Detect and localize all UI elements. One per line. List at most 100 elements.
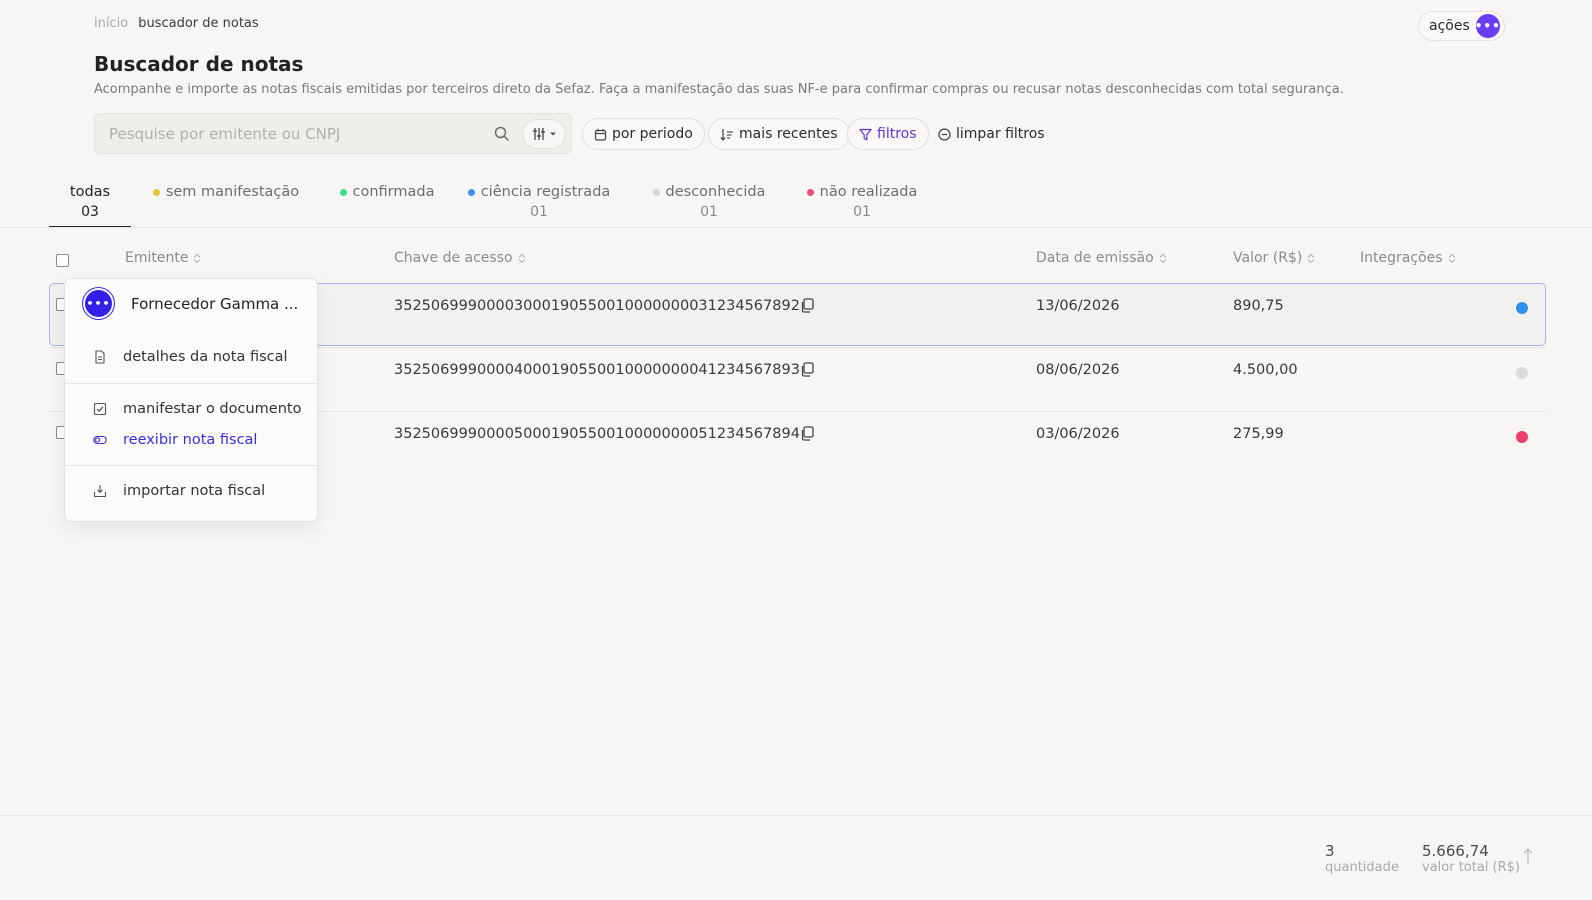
tab-label: ciência registrada (480, 184, 611, 200)
pink-dot-icon (806, 188, 814, 196)
import-icon (93, 485, 107, 498)
access-key-cell: 3525069990000500019055001000000005123456… (394, 426, 800, 442)
tab-desconhecida[interactable]: desconhecida 01 (625, 178, 793, 228)
column-header-label: Emitente (125, 250, 189, 266)
column-header-chave[interactable]: Chave de acesso (394, 250, 526, 266)
menu-item-import[interactable]: importar nota fiscal (93, 483, 265, 499)
copy-icon[interactable] (800, 298, 814, 313)
footer-total: 5.666,74 valor total (R$) (1422, 842, 1520, 875)
total-value: 5.666,74 (1422, 842, 1489, 860)
select-all-checkbox[interactable] (56, 254, 69, 267)
filters-label: filtros (877, 126, 917, 142)
tab-todas[interactable]: todas 03 (49, 178, 131, 228)
yellow-dot-icon (152, 188, 160, 196)
menu-divider (65, 383, 317, 384)
sliders-icon (532, 128, 545, 140)
tabs-divider (0, 227, 1592, 228)
gray-dot-icon (652, 188, 660, 196)
sort-icon (1159, 253, 1167, 263)
copy-icon[interactable] (800, 362, 814, 377)
tab-label: desconhecida (665, 184, 766, 200)
period-filter-label: por periodo (612, 126, 693, 142)
column-header-label: Chave de acesso (394, 250, 513, 266)
status-dot-icon (1516, 302, 1528, 314)
tab-label: não realizada (819, 184, 918, 200)
quantity-label: quantidade (1325, 860, 1399, 875)
menu-header: ••• Fornecedor Gamma ... (85, 290, 298, 317)
checkbox-icon (93, 402, 107, 416)
row-actions-menu: ••• Fornecedor Gamma ... detalhes da not… (64, 278, 318, 522)
page-title: Buscador de notas (94, 52, 304, 76)
tab-nao-realizada[interactable]: não realizada 01 (793, 178, 931, 228)
sort-icon (1448, 253, 1455, 263)
clear-filters-button[interactable]: limpar filtros (938, 118, 1045, 150)
chevron-down-icon (549, 132, 556, 136)
search-input[interactable] (109, 124, 469, 144)
tab-confirmada[interactable]: confirmada (321, 178, 453, 228)
column-header-emitente[interactable]: Emitente (125, 250, 201, 266)
tab-label: confirmada (352, 184, 435, 200)
menu-divider (65, 465, 317, 466)
column-header-label: Valor (R$) (1233, 250, 1303, 266)
search-icon[interactable] (493, 125, 511, 143)
access-key-cell: 3525069990000300019055001000000003123456… (394, 298, 800, 314)
filters-button[interactable]: filtros (847, 118, 929, 150)
copy-icon[interactable] (800, 426, 814, 441)
breadcrumb-current: buscador de notas (138, 16, 259, 31)
column-header-data[interactable]: Data de emissão (1036, 250, 1167, 266)
tab-count: 01 (853, 204, 871, 220)
column-header-valor[interactable]: Valor (R$) (1233, 250, 1315, 266)
tab-label: sem manifestação (165, 184, 300, 200)
period-filter-button[interactable]: por periodo (582, 118, 705, 150)
tab-count: 01 (530, 204, 548, 220)
tab-sem-manifestacao[interactable]: sem manifestação (131, 178, 321, 228)
toggle-icon (93, 435, 107, 445)
tab-count: 01 (700, 204, 718, 220)
more-dots-icon: ••• (1475, 14, 1500, 38)
more-dots-icon[interactable]: ••• (85, 290, 112, 317)
page-description: Acompanhe e importe as notas fiscais emi… (94, 82, 1344, 97)
minus-circle-icon (938, 127, 951, 141)
total-label: valor total (R$) (1422, 860, 1521, 875)
actions-button[interactable]: ações ••• (1418, 11, 1505, 41)
adjust-columns-button[interactable] (522, 119, 566, 149)
column-header-integracoes[interactable]: Integrações (1360, 250, 1456, 266)
tab-count (131, 204, 321, 220)
access-key-cell: 3525069990000400019055001000000004123456… (394, 362, 800, 378)
sort-label: mais recentes (739, 126, 838, 142)
value-cell: 4.500,00 (1233, 362, 1298, 378)
footer-quantity: 3 quantidade (1325, 842, 1399, 875)
menu-item-label: reexibir nota fiscal (123, 432, 258, 448)
menu-item-redisplay[interactable]: reexibir nota fiscal (93, 432, 257, 448)
green-dot-icon (339, 188, 347, 196)
sort-icon (194, 253, 201, 263)
column-header-label: Integrações (1360, 250, 1443, 266)
breadcrumb-home[interactable]: início (94, 16, 128, 31)
clear-filters-label: limpar filtros (956, 126, 1045, 142)
calendar-icon (594, 128, 607, 141)
emission-date-cell: 03/06/2026 (1036, 426, 1120, 442)
emission-date-cell: 08/06/2026 (1036, 362, 1120, 378)
menu-item-label: detalhes da nota fiscal (123, 349, 288, 365)
menu-title: Fornecedor Gamma ... (131, 294, 299, 313)
tab-ciencia-registrada[interactable]: ciência registrada 01 (453, 178, 625, 228)
menu-item-manifest[interactable]: manifestar o documento (93, 401, 301, 417)
document-icon (95, 350, 105, 364)
footer-divider (0, 815, 1592, 816)
status-dot-icon (1516, 367, 1528, 379)
blue-dot-icon (467, 188, 475, 196)
arrow-up-icon[interactable] (1522, 847, 1534, 865)
status-tabs: todas 03 sem manifestação confirmada ciê… (49, 178, 931, 228)
menu-item-details[interactable]: detalhes da nota fiscal (93, 349, 288, 365)
tab-count: 03 (81, 204, 99, 220)
sort-icon (1307, 253, 1315, 263)
menu-item-label: manifestar o documento (123, 401, 302, 417)
actions-label: ações (1429, 18, 1470, 34)
search-box (94, 113, 572, 154)
quantity-value: 3 (1325, 842, 1335, 860)
menu-item-label: importar nota fiscal (123, 483, 266, 499)
sort-button[interactable]: mais recentes (708, 118, 850, 150)
sort-icon (518, 253, 525, 263)
filter-funnel-icon (859, 128, 872, 140)
tab-label: todas (69, 184, 111, 200)
